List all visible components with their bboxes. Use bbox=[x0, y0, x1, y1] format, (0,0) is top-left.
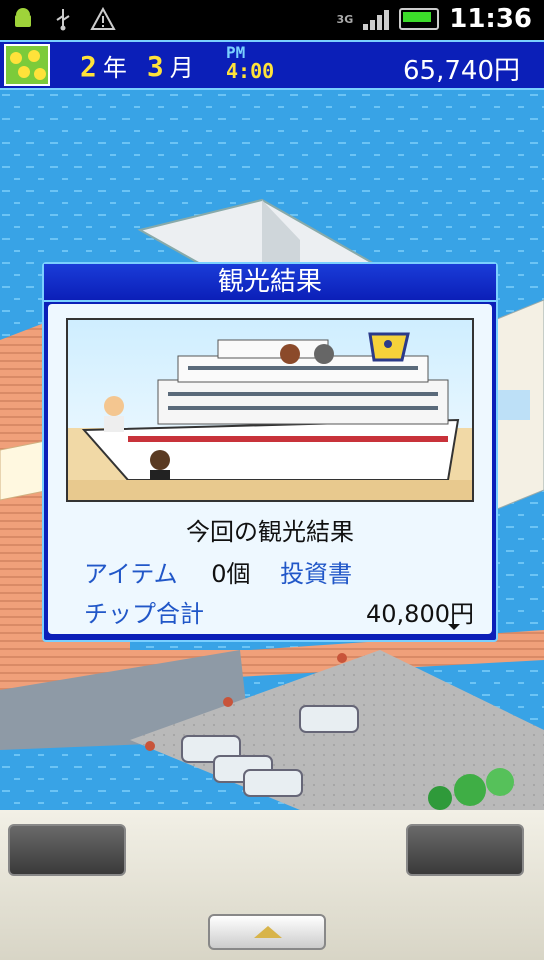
next-page-arrow-icon[interactable] bbox=[448, 624, 460, 630]
status-bar: 3G 11:36 bbox=[0, 0, 544, 40]
time-label: 4:00 bbox=[226, 59, 275, 83]
menu-expand-button[interactable] bbox=[208, 914, 326, 950]
item-reward: 投資書 bbox=[280, 560, 353, 588]
warning-icon bbox=[90, 6, 116, 32]
item-row: アイテム 0個 投資書 bbox=[84, 554, 474, 589]
year-number: 2 bbox=[80, 50, 97, 83]
year-unit: 年 bbox=[102, 54, 127, 82]
tip-row: チップ合計 40,800円 bbox=[84, 594, 474, 629]
game-time: PM 4:00 bbox=[226, 44, 275, 83]
android-icon bbox=[10, 6, 36, 32]
tip-label: チップ合計 bbox=[84, 600, 204, 628]
right-soft-button[interactable] bbox=[406, 824, 524, 876]
cruise-ship-image bbox=[66, 318, 474, 502]
left-soft-button[interactable] bbox=[8, 824, 126, 876]
signal-icon bbox=[363, 8, 390, 30]
chevron-up-icon bbox=[254, 926, 282, 938]
network-type: 3G bbox=[336, 12, 354, 26]
item-count: 0個 bbox=[211, 560, 251, 588]
dialog-title: 観光結果 bbox=[44, 264, 496, 302]
sightseeing-result-dialog[interactable]: 観光結果 今回の観光結果 アイテム 0個 投資書 チップ合計 40,800円 bbox=[42, 262, 498, 642]
dialog-body: 今回の観光結果 アイテム 0個 投資書 チップ合計 40,800円 bbox=[48, 304, 492, 634]
item-label: アイテム bbox=[84, 560, 178, 588]
game-date: 2 年 3 月 bbox=[80, 48, 194, 83]
result-subtitle: 今回の観光結果 bbox=[186, 518, 354, 546]
usb-icon bbox=[50, 6, 76, 32]
money-counter: 65,740円 bbox=[403, 56, 520, 86]
month-unit: 月 bbox=[169, 54, 194, 82]
month-number: 3 bbox=[146, 50, 164, 83]
player-portrait[interactable] bbox=[4, 44, 50, 86]
bottom-control-bar bbox=[0, 810, 544, 960]
clock: 11:36 bbox=[449, 4, 532, 34]
game-hud: 2 年 3 月 PM 4:00 65,740円 bbox=[0, 40, 544, 90]
battery-icon bbox=[399, 8, 440, 30]
